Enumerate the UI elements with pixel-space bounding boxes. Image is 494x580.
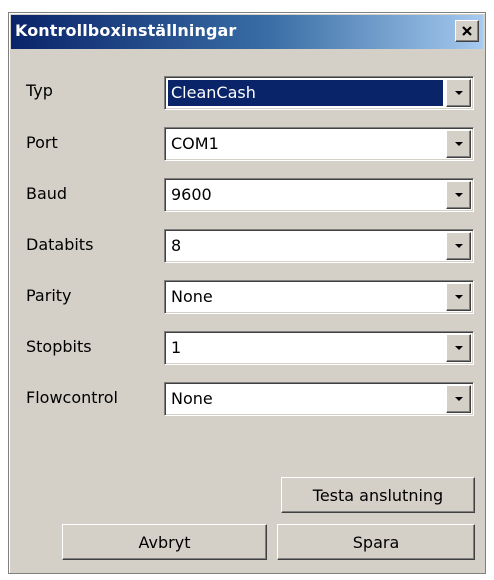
- close-icon: [462, 26, 472, 36]
- window-title: Kontrollboxinställningar: [15, 21, 237, 40]
- type-select[interactable]: CleanCash: [164, 76, 474, 110]
- chevron-down-icon: [454, 346, 463, 350]
- parity-select[interactable]: None: [164, 280, 474, 314]
- stopbits-label: Stopbits: [26, 337, 92, 356]
- chevron-down-icon: [454, 193, 463, 197]
- databits-label: Databits: [26, 235, 94, 254]
- port-dropdown-button[interactable]: [446, 130, 471, 158]
- type-select-value: CleanCash: [168, 80, 443, 106]
- databits-select-value: 8: [171, 236, 182, 255]
- baud-label: Baud: [26, 184, 68, 203]
- title-bar[interactable]: Kontrollboxinställningar: [11, 15, 483, 49]
- databits-select[interactable]: 8: [164, 229, 474, 263]
- test-connection-button[interactable]: Testa anslutning: [281, 477, 475, 513]
- parity-select-value: None: [171, 287, 213, 306]
- chevron-down-icon: [454, 295, 463, 299]
- baud-select-value: 9600: [171, 185, 212, 204]
- chevron-down-icon: [454, 91, 463, 95]
- flowcontrol-select-value: None: [171, 389, 213, 408]
- stopbits-dropdown-button[interactable]: [446, 334, 471, 362]
- type-dropdown-button[interactable]: [446, 79, 471, 107]
- parity-dropdown-button[interactable]: [446, 283, 471, 311]
- settings-dialog: Kontrollboxinställningar Typ CleanCash P…: [8, 12, 486, 574]
- baud-dropdown-button[interactable]: [446, 181, 471, 209]
- baud-select[interactable]: 9600: [164, 178, 474, 212]
- stopbits-select[interactable]: 1: [164, 331, 474, 365]
- flowcontrol-select[interactable]: None: [164, 382, 474, 416]
- cancel-button[interactable]: Avbryt: [62, 524, 267, 560]
- chevron-down-icon: [454, 397, 463, 401]
- chevron-down-icon: [454, 142, 463, 146]
- port-select[interactable]: COM1: [164, 127, 474, 161]
- close-button[interactable]: [455, 20, 479, 42]
- databits-dropdown-button[interactable]: [446, 232, 471, 260]
- flowcontrol-dropdown-button[interactable]: [446, 385, 471, 413]
- chevron-down-icon: [454, 244, 463, 248]
- stopbits-select-value: 1: [171, 338, 182, 357]
- save-button[interactable]: Spara: [277, 524, 475, 560]
- parity-label: Parity: [26, 286, 72, 305]
- port-label: Port: [26, 133, 58, 152]
- type-label: Typ: [26, 81, 53, 100]
- flowcontrol-label: Flowcontrol: [26, 388, 118, 407]
- port-select-value: COM1: [171, 134, 219, 153]
